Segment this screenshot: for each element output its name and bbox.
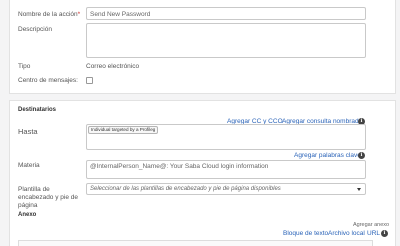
- url-link[interactable]: URL: [367, 230, 380, 237]
- text-block-link[interactable]: Bloque de texto: [283, 230, 328, 237]
- chevron-down-icon[interactable]: [357, 188, 361, 191]
- description-textarea[interactable]: [86, 23, 366, 58]
- to-label: Hasta: [18, 127, 38, 136]
- info-icon[interactable]: i: [381, 230, 388, 237]
- recipients-section-title: Destinatarios: [18, 107, 57, 113]
- type-value: Correo electrónico: [86, 63, 140, 70]
- add-attachment-label: Agregar anexo: [353, 222, 390, 228]
- subject-label: Materia: [18, 162, 40, 169]
- attachment-section-title: Anexo: [18, 212, 37, 218]
- action-name-label: Nombre de la acción*: [18, 11, 81, 18]
- message-center-label: Centro de mensajes:: [18, 77, 78, 84]
- required-marker: *: [77, 11, 81, 18]
- recipient-chip[interactable]: Individual targeted by a Profileg: [88, 126, 159, 134]
- add-keywords-link[interactable]: Agregar palabras clave: [294, 152, 361, 159]
- subject-value: @InternalPerson_Name@: Your Saba Cloud l…: [90, 163, 269, 170]
- description-label: Descripción: [18, 26, 52, 33]
- message-center-checkbox[interactable]: [86, 77, 93, 84]
- type-label: Tipo: [18, 63, 31, 70]
- attachments-table-header: [18, 240, 373, 246]
- local-file-link[interactable]: Archivo local: [328, 230, 365, 237]
- action-name-value: Send New Password: [90, 11, 151, 18]
- info-icon[interactable]: i: [358, 152, 365, 159]
- template-select-value: Seleccionar de las plantillas de encabez…: [90, 186, 281, 192]
- template-label: Plantilla de encabezado y pie de página: [18, 186, 78, 209]
